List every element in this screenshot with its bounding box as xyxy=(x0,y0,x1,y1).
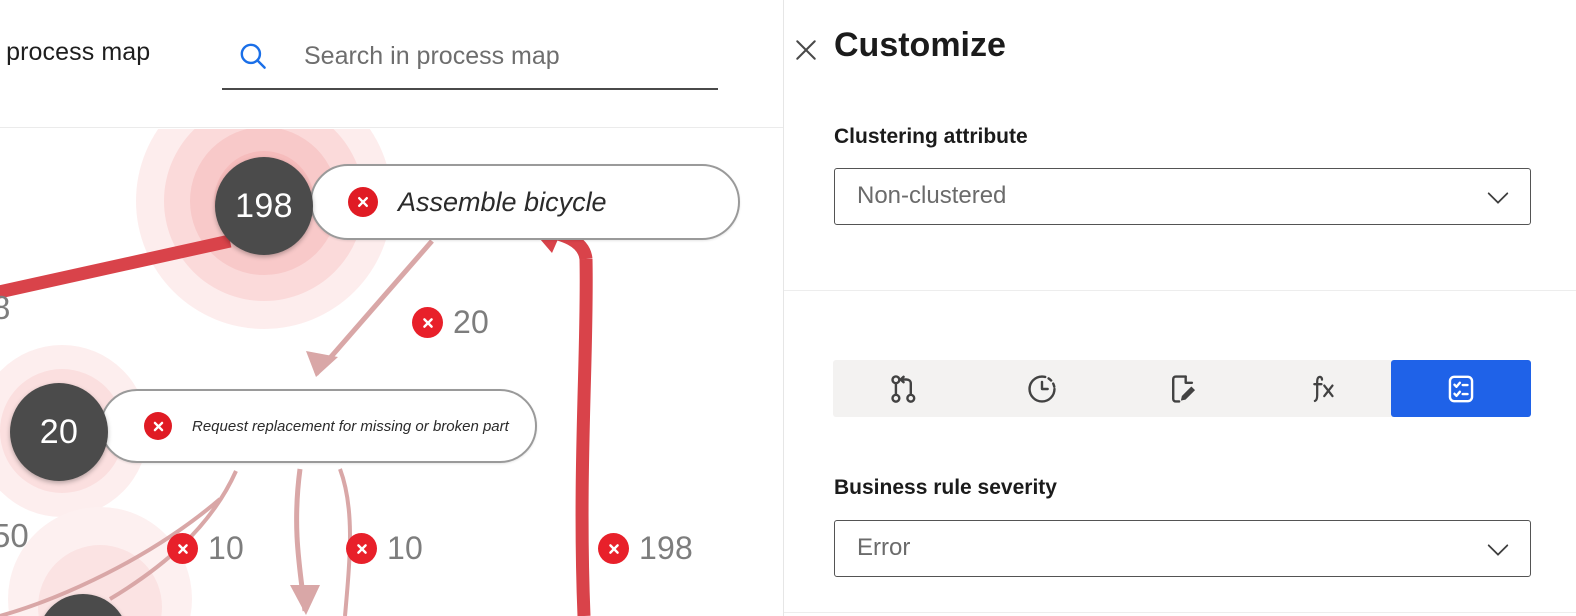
map-header: t process map xyxy=(0,0,783,128)
error-x-icon xyxy=(346,533,377,564)
map-canvas[interactable]: Assemble bicycle 198 Request replacement… xyxy=(0,129,783,616)
business-rule-severity-value: Error xyxy=(857,534,910,562)
tab-business-rule[interactable] xyxy=(1391,360,1531,417)
process-map-app: t process map xyxy=(0,0,1576,616)
process-map-pane: t process map xyxy=(0,0,783,616)
clustering-attribute-label: Clustering attribute xyxy=(834,125,1028,149)
panel-divider xyxy=(784,290,1576,291)
customize-tabs xyxy=(833,360,1531,417)
error-x-icon xyxy=(167,533,198,564)
fx-icon xyxy=(1305,372,1339,406)
panel-divider-bottom xyxy=(784,612,1576,613)
error-x-icon xyxy=(412,307,443,338)
edge-count: 198 xyxy=(639,530,693,567)
edge-label[interactable]: 198 xyxy=(598,530,693,567)
edge-label[interactable]: 10 xyxy=(167,530,244,567)
process-node-label: Request replacement for missing or broke… xyxy=(192,418,509,435)
clustering-attribute-value: Non-clustered xyxy=(857,182,1006,210)
panel-title: Customize xyxy=(834,26,1006,65)
clock-icon xyxy=(1025,372,1059,406)
edge-label[interactable]: 10 xyxy=(346,530,423,567)
process-node-count-badge[interactable]: 20 xyxy=(10,383,108,481)
edge-count: 10 xyxy=(387,530,423,567)
search-underline xyxy=(222,88,718,90)
process-node-request-replacement[interactable]: Request replacement for missing or broke… xyxy=(100,389,537,463)
clustering-attribute-select[interactable]: Non-clustered xyxy=(834,168,1531,225)
edge-count: 10 xyxy=(208,530,244,567)
search-input[interactable] xyxy=(304,30,716,82)
customize-panel: Customize Clustering attribute Non-clust… xyxy=(783,0,1576,616)
edge-count-partial-bottom-left: 50 xyxy=(0,517,29,555)
document-edit-icon xyxy=(1165,372,1199,406)
search-icon xyxy=(236,39,270,78)
process-node-label: Assemble bicycle xyxy=(398,187,607,218)
chevron-down-icon xyxy=(1484,188,1512,213)
page-title: t process map xyxy=(0,38,150,67)
error-x-icon xyxy=(348,187,378,217)
tab-duration[interactable] xyxy=(973,360,1113,417)
business-rule-severity-select[interactable]: Error xyxy=(834,520,1531,577)
checklist-icon xyxy=(1444,372,1478,406)
error-x-icon xyxy=(598,533,629,564)
close-icon[interactable] xyxy=(784,28,828,72)
business-rule-severity-label: Business rule severity xyxy=(834,476,1057,500)
chevron-down-icon xyxy=(1484,540,1512,565)
tab-rework[interactable] xyxy=(833,360,973,417)
tab-formula[interactable] xyxy=(1252,360,1392,417)
process-node-count-badge[interactable]: 198 xyxy=(215,157,313,255)
edge-count-partial-left: 8 xyxy=(0,289,10,327)
tab-document-edit[interactable] xyxy=(1112,360,1252,417)
search-box[interactable] xyxy=(222,28,718,90)
edge-count: 20 xyxy=(453,304,489,341)
branch-rework-icon xyxy=(886,372,920,406)
process-node-assemble-bicycle[interactable]: Assemble bicycle xyxy=(310,164,740,240)
error-x-icon xyxy=(144,412,172,440)
edge-label[interactable]: 20 xyxy=(412,304,489,341)
